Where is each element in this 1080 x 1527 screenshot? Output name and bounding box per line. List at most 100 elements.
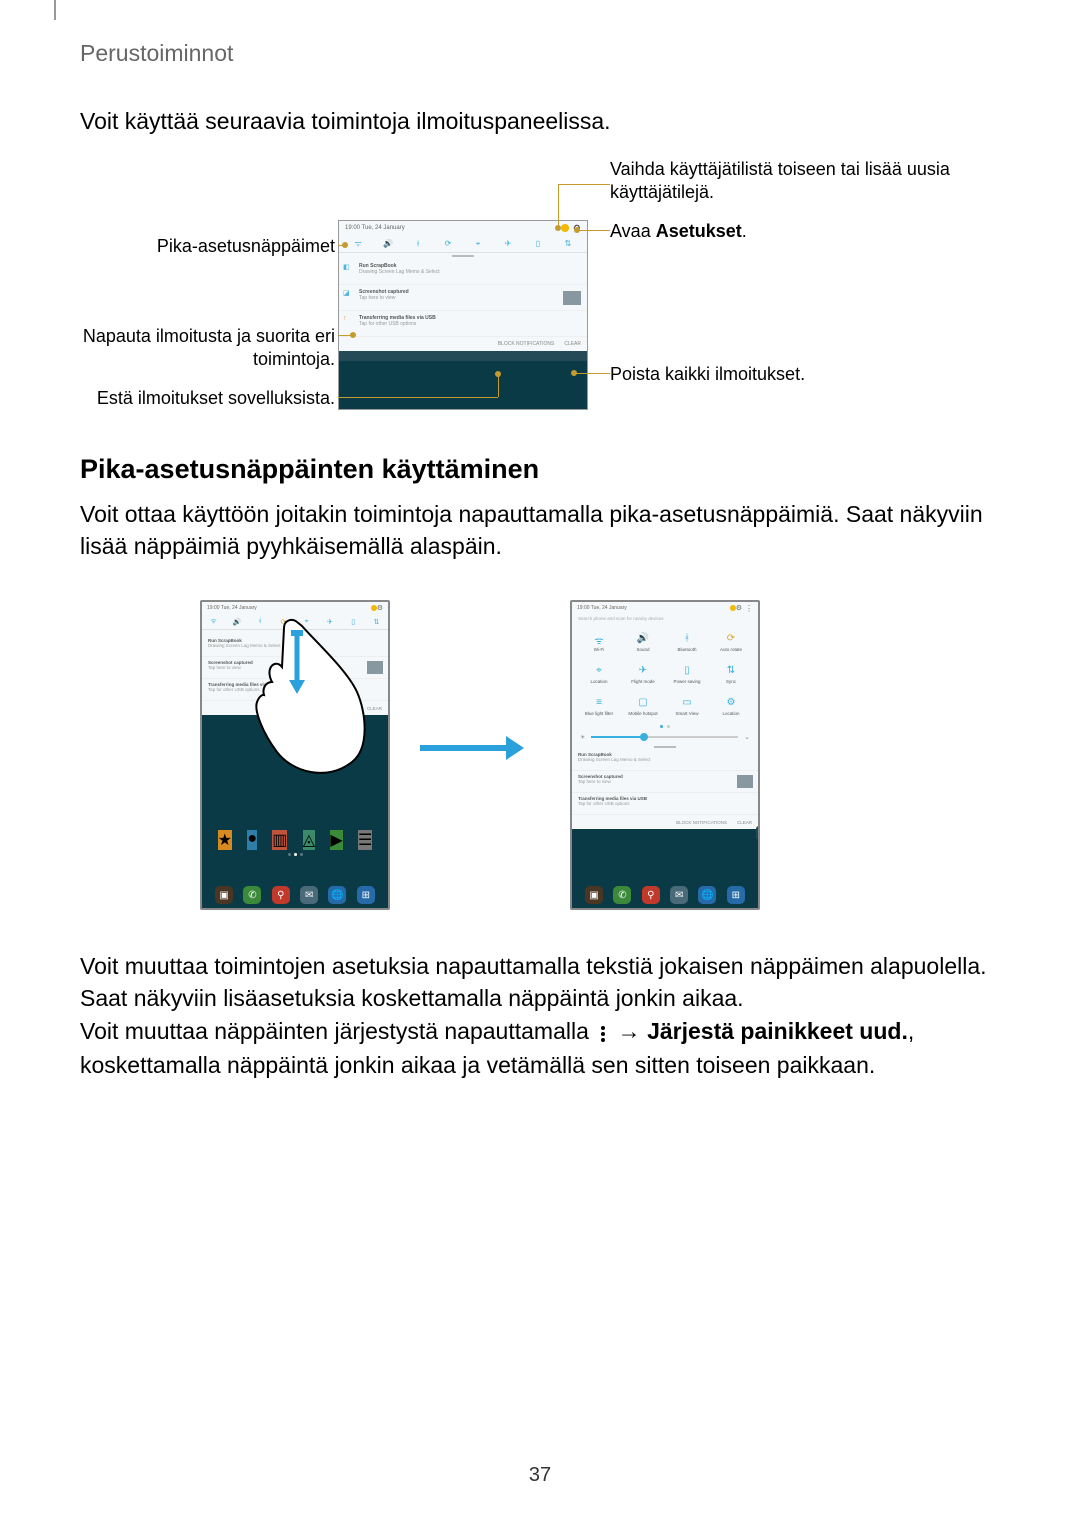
app-icon: ● [247,830,257,850]
wifi-icon: ᯤ [352,238,364,250]
location-icon: ⌖ [596,665,602,679]
app-icon: ☰ [358,830,372,850]
bluetooth-icon: ᚼ [254,616,266,628]
panel-footer: BLOCK NOTIFICATIONS CLEAR [572,815,758,829]
callout-clear-notifications: Poista kaikki ilmoitukset. [610,363,805,386]
dock-app-icon: ✆ [243,886,261,904]
notification-item: Screenshot captured Tap here to view [572,771,758,793]
dock-app-icon: ⚲ [272,886,290,904]
bluetooth-icon: ᚼ [412,238,424,250]
sound-icon: 🔊 [637,633,649,647]
transition-arrow-icon [420,745,520,751]
battery-icon: ▯ [347,616,359,628]
panel-footer: CLEAR [202,701,388,715]
brightness-icon: ☀ [580,734,585,741]
location-icon: ⌖ [472,238,484,250]
body-paragraph: Voit ottaa käyttöön joitakin toimintoja … [80,498,1020,562]
dock-app-icon: ⚲ [642,886,660,904]
quick-tile: ▯Power saving [666,659,708,689]
home-apps-row: ★ ● ▥ ◬ ▶ ☰ [202,830,388,850]
intro-paragraph: Voit käyttää seuraavia toimintoja ilmoit… [80,108,611,135]
dock-app-icon: ▣ [215,886,233,904]
body-paragraph: Voit muuttaa toimintojen asetuksia napau… [80,950,1020,1014]
search-hint: Search phone and scan for nearby devices [572,614,758,623]
notification-panel: 19:00 Tue, 24 January ⚙ ᯤ 🔊 ᚼ ⟳ ⌖ ✈ ▯ ⇅ … [339,221,587,361]
leader-line [338,397,498,398]
panel-shadow-bar [339,351,587,361]
dock-app-icon: ✆ [613,886,631,904]
leader-line [558,184,610,185]
dock-app-icon: 🌐 [698,886,716,904]
quick-tile: ᯤWi-Fi [578,627,620,657]
callout-user-switch: Vaihda käyttäjätilistä toiseen tai lisää… [610,158,970,203]
notification-app-icon: ↑ [343,315,347,322]
tablet-after: ⊞ 19:00 Tue, 24 January ⚙ ⋮ Search phone… [570,600,760,910]
dock-app-icon: ⊞ [357,886,375,904]
block-notifications-link: BLOCK NOTIFICATIONS [676,820,727,825]
flight-icon: ✈ [502,238,514,250]
notification-item: ↑ Transferring media files via USB Tap f… [339,311,587,337]
section-heading: Pika-asetusnäppäinten käyttäminen [80,454,539,485]
app-icon: ◬ [303,830,315,850]
clear-link: CLEAR [367,706,382,711]
quick-settings-row: ᯤ 🔊 ᚼ ⟳ ⌖ ✈ ▯ ⇅ [202,614,388,630]
dock-app-icon: ✉ [670,886,688,904]
quick-tiles-grid: ᯤWi-Fi 🔊Sound ᚼBluetooth ⟳Auto rotate ⌖L… [572,623,758,723]
quick-tile: ⇅Sync [710,659,752,689]
dock-row: ▣ ✆ ⚲ ✉ 🌐 ⊞ [572,880,758,908]
dock-app-icon: ⊞ [727,886,745,904]
page-number: 37 [0,1464,1080,1487]
tablet-before: 19:00 Tue, 24 January ⚙ ᯤ 🔊 ᚼ ⟳ ⌖ ✈ ▯ ⇅ … [200,600,390,910]
page-margin-marker [54,0,56,20]
smartview-icon: ▭ [682,697,691,711]
dock-app-icon: ✉ [300,886,318,904]
notification-item: Transferring media files via USB Tap for… [572,793,758,815]
dock-app-icon: 🌐 [328,886,346,904]
panel-expanded: 19:00 Tue, 24 January ⚙ ⋮ Search phone a… [572,602,758,829]
dock-row: ▣ ✆ ⚲ ✉ 🌐 ⊞ [202,880,388,908]
edge-panel-icon: ⊞ [756,826,760,840]
more-menu-icon: ⋮ [745,604,753,613]
body-paragraph: Voit muuttaa näppäinten järjestystä napa… [80,1015,1020,1081]
filter-icon: ≡ [596,697,602,711]
swipe-down-arrow-icon [288,630,306,701]
status-time: 19:00 Tue, 24 January [345,225,405,231]
gear-icon: ⚙ [727,697,736,711]
panel-footer: BLOCK NOTIFICATIONS CLEAR [339,337,587,351]
notification-app-icon: ◧ [343,263,350,271]
battery-icon: ▯ [684,665,690,679]
swipe-expand-diagram: 19:00 Tue, 24 January ⚙ ᯤ 🔊 ᚼ ⟳ ⌖ ✈ ▯ ⇅ … [0,590,1080,930]
status-bar: 19:00 Tue, 24 January ⚙ [202,602,388,614]
quick-tile: ⚙Location [710,691,752,721]
leader-dot [495,371,501,377]
bluetooth-icon: ᚼ [684,633,690,647]
rotate-icon: ⟳ [442,238,454,250]
notification-item: Run ScrapBook Drawing Screen Lag Memo & … [572,749,758,771]
hotspot-icon: ▢ [638,697,647,711]
quick-tile: ⌖Location [578,659,620,689]
flight-icon: ✈ [324,616,336,628]
rotate-icon: ⟳ [277,616,289,628]
quick-tile: 🔊Sound [622,627,664,657]
sound-icon: 🔊 [382,238,394,250]
app-icon: ★ [218,830,232,850]
notification-item: ◧ Run ScrapBook Drawing Screen Lag Memo … [339,259,587,285]
settings-gear-icon: ⚙ [377,604,383,612]
leader-dot [350,332,356,338]
notification-thumbnail [563,291,581,305]
leader-dot [555,225,561,231]
sync-icon: ⇅ [370,616,382,628]
clear-link: CLEAR [564,341,581,347]
status-bar: 19:00 Tue, 24 January ⚙ ⋮ [572,602,758,614]
leader-dot [342,242,348,248]
more-menu-icon [595,1017,611,1049]
sound-icon: 🔊 [231,616,243,628]
notification-thumbnail [367,661,383,674]
rotate-icon: ⟳ [727,633,735,647]
quick-tile: ▢Mobile hotspot [622,691,664,721]
user-chip-icon [561,224,569,232]
wifi-icon: ᯤ [594,633,603,647]
callout-block-notifications: Estä ilmoitukset sovelluksista. [80,387,335,410]
dock-app-icon: ▣ [585,886,603,904]
settings-gear-icon: ⚙ [736,604,742,612]
